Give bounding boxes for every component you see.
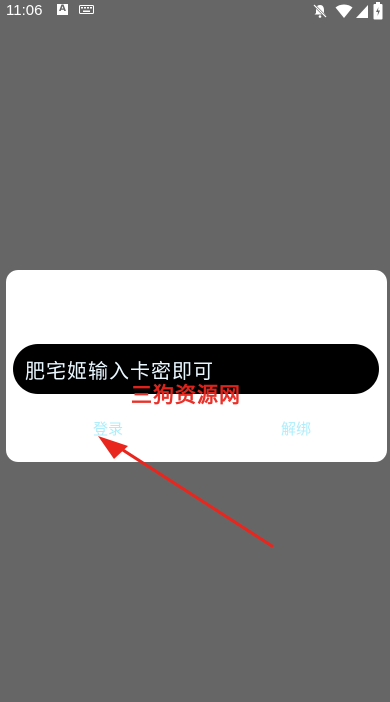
status-bar: 11:06 A (0, 0, 390, 22)
signal-icon (356, 5, 368, 18)
notifications-off-icon (313, 4, 327, 18)
login-button[interactable]: 登录 (84, 418, 132, 440)
keyboard-icon (79, 5, 94, 14)
wifi-icon (335, 4, 353, 18)
unbind-button[interactable]: 解绑 (272, 418, 320, 440)
status-icons (304, 2, 384, 20)
status-time: 11:06 (6, 2, 43, 19)
a-notification-icon: A (57, 4, 68, 15)
battery-icon (373, 2, 383, 20)
login-dialog: 肥宅姬输入卡密即可 登录 解绑 (6, 270, 387, 462)
watermark-text: 三狗资源网 (131, 383, 241, 407)
